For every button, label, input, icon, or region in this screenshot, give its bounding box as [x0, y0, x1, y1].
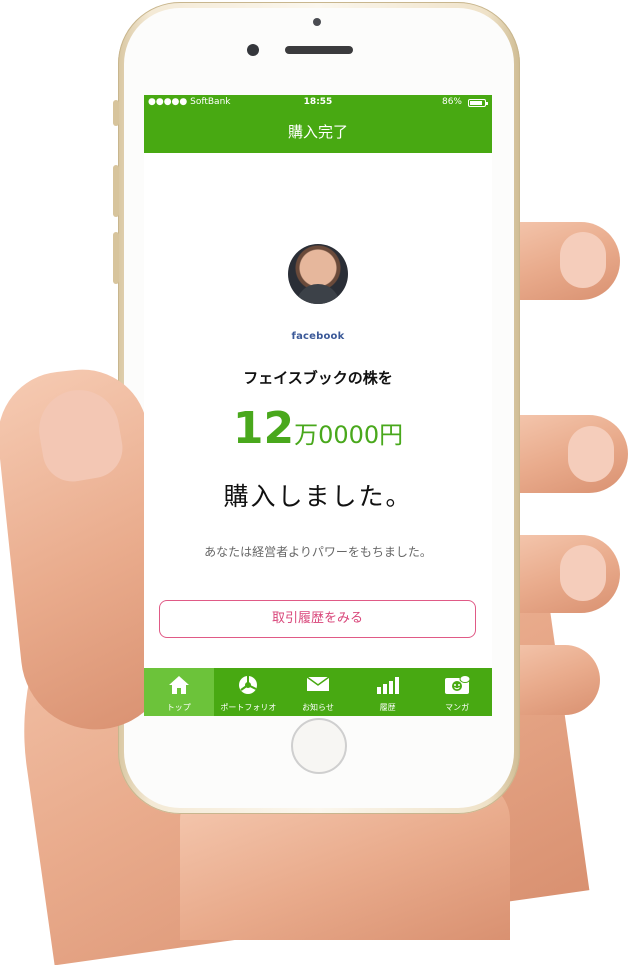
front-camera: [247, 44, 259, 56]
page-title: 購入完了: [144, 111, 492, 153]
volume-down-button: [113, 232, 119, 284]
stock-name-text: フェイスブックの株を: [243, 369, 393, 387]
tab-bar: トップ ポートフォリオ お知らせ 履歴 マンガ: [144, 668, 492, 716]
middle-nail: [568, 426, 614, 482]
purchase-amount: 12万0000円: [144, 403, 492, 454]
status-bar: ●●●●● SoftBank 18:55 86%: [144, 95, 492, 111]
company-brand: facebook: [291, 331, 345, 342]
manga-icon: [445, 675, 471, 694]
tab-portfolio[interactable]: ポートフォリオ: [214, 668, 284, 716]
home-icon: [168, 676, 189, 694]
amount-minor: 0000円: [318, 421, 404, 449]
tab-label-history: 履歴: [379, 703, 396, 712]
earpiece-speaker: [285, 46, 353, 54]
volume-up-button: [113, 165, 119, 217]
tab-label-top: トップ: [166, 703, 191, 712]
tab-manga[interactable]: マンガ: [422, 668, 492, 716]
tab-history[interactable]: 履歴: [353, 668, 423, 716]
amount-major: 12: [232, 403, 295, 454]
index-nail: [560, 232, 606, 288]
app-screen: ●●●●● SoftBank 18:55 86% 購入完了 facebook フ…: [144, 95, 492, 716]
tab-label-manga: マンガ: [445, 703, 470, 712]
view-history-button[interactable]: 取引履歴をみる: [159, 600, 476, 638]
result-message: あなたは経営者よりパワーをもちました。: [204, 545, 432, 559]
ring-nail: [560, 545, 606, 601]
battery-percent: 86%: [441, 97, 462, 107]
clock: 18:55: [303, 97, 333, 107]
tab-label-portfolio: ポートフォリオ: [220, 703, 277, 712]
tab-top[interactable]: トップ: [144, 668, 214, 716]
purchased-text: 購入しました。: [223, 482, 413, 511]
battery-icon: [468, 99, 488, 107]
tab-label-news: お知らせ: [302, 703, 334, 712]
pie-chart-icon: [239, 676, 258, 694]
envelope-icon: [306, 676, 330, 691]
bar-chart-icon: [376, 677, 399, 694]
avatar: [288, 244, 348, 304]
proximity-sensor: [313, 18, 321, 26]
home-button[interactable]: [291, 718, 347, 774]
amount-unit: 万: [294, 421, 319, 449]
tab-news[interactable]: お知らせ: [283, 668, 353, 716]
mute-switch: [113, 100, 119, 126]
